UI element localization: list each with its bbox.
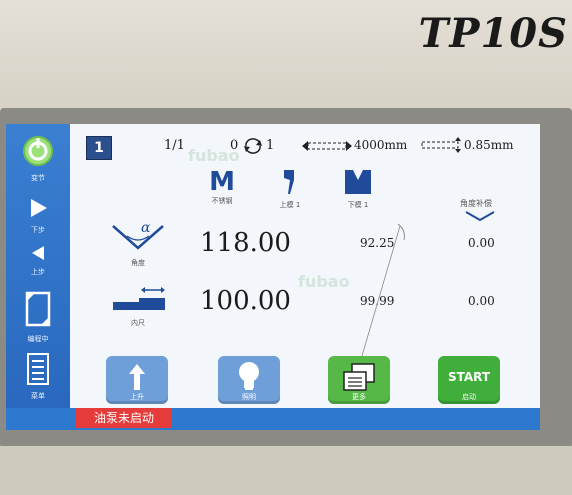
sheet-length: 4000mm [354,138,408,152]
sidebar-item-label: 上步 [31,268,45,276]
sidebar-item-label: 下步 [31,226,45,234]
length-arrow-icon [302,141,352,151]
start-button-label: 启动 [462,393,476,401]
thickness-icon [421,137,461,153]
sidebar-item-label: 菜单 [31,392,45,400]
backgauge-icon [113,287,165,310]
angle-comp-label: 角度补偿 [460,199,492,208]
backgauge-label: 内尺 [131,319,145,327]
device-bezel-top: TP10S [0,0,572,112]
more-button[interactable]: 更多 [328,356,390,404]
light-button[interactable]: 照明 [218,356,280,404]
program-number-badge[interactable]: 1 [86,136,112,160]
raise-button-label: 上升 [130,393,144,401]
material-label: 不锈钢 [211,197,233,205]
sidebar-item-menu[interactable]: 菜单 [12,352,64,401]
sidebar-item-mode[interactable]: 变节 [12,134,64,183]
angle-compensation-value[interactable]: 0.00 [468,236,495,250]
upper-die-selector[interactable]: 上模 1 [270,168,310,210]
arrow-up-icon [129,364,145,390]
lower-die-selector[interactable]: 下模 1 [338,168,378,210]
backgauge-compensation-value[interactable]: 0.00 [468,294,495,308]
upper-die-label: 上模 1 [279,201,301,209]
sidebar-item-prev-step[interactable]: 上步 [12,244,64,277]
backgauge-icon-button[interactable]: 内尺 [108,284,168,328]
sheet-thickness: 0.85mm [464,138,514,152]
sidebar-item-programming[interactable]: 编程中 [12,289,64,344]
angle-v-icon: α [112,220,164,250]
device-model: TP10S [418,10,568,57]
more-button-label: 更多 [352,393,366,401]
angle-comp-icon [465,211,495,222]
lower-die-icon [345,170,371,194]
cycle-document-icon [25,291,51,327]
start-button-text: START [447,370,491,384]
angle-icon-button[interactable]: α 角度 [108,220,168,268]
pump-status-alert: 油泵未启动 [76,408,172,428]
watermark: fubao [298,272,350,291]
play-right-icon [31,199,47,217]
cycle-arrows-icon [244,138,262,154]
watermark: fubao [188,146,240,165]
sidebar-item-next-step[interactable]: 下步 [12,196,64,235]
play-left-icon [32,246,44,260]
material-selector[interactable]: M 不锈钢 [202,168,242,206]
light-button-label: 照明 [242,393,256,401]
main-panel: 1 1/1 0 1 4000mm 0.85mm M 不锈钢 上模 1 下模 1 … [70,124,540,430]
sidebar-item-label: 变节 [31,174,45,182]
start-button[interactable]: START 启动 [438,356,500,404]
lightbulb-icon [239,362,259,390]
sidebar-item-label: 编程中 [27,335,49,343]
list-menu-icon [27,353,49,385]
cycle-target: 1 [266,138,275,153]
hmi-screen: 变节 下步 上步 编程中 菜单 1 1/1 0 1 4000mm 0.85mm … [6,124,540,430]
step-counter: 1/1 [164,138,185,153]
sidebar: 变节 下步 上步 编程中 菜单 [6,124,70,430]
lower-die-label: 下模 1 [347,201,369,209]
upper-die-icon [284,170,294,194]
angle-target-value[interactable]: 118.00 [200,228,291,258]
power-ring-icon [23,136,53,166]
material-m-icon: M [209,167,235,197]
windows-stack-icon [343,363,375,391]
device-bezel-bottom [0,446,572,495]
angle-symbol: α [141,220,151,236]
angle-label: 角度 [131,259,145,267]
raise-button[interactable]: 上升 [106,356,168,404]
screen-scratch [361,223,405,357]
backgauge-target-value[interactable]: 100.00 [200,286,291,316]
